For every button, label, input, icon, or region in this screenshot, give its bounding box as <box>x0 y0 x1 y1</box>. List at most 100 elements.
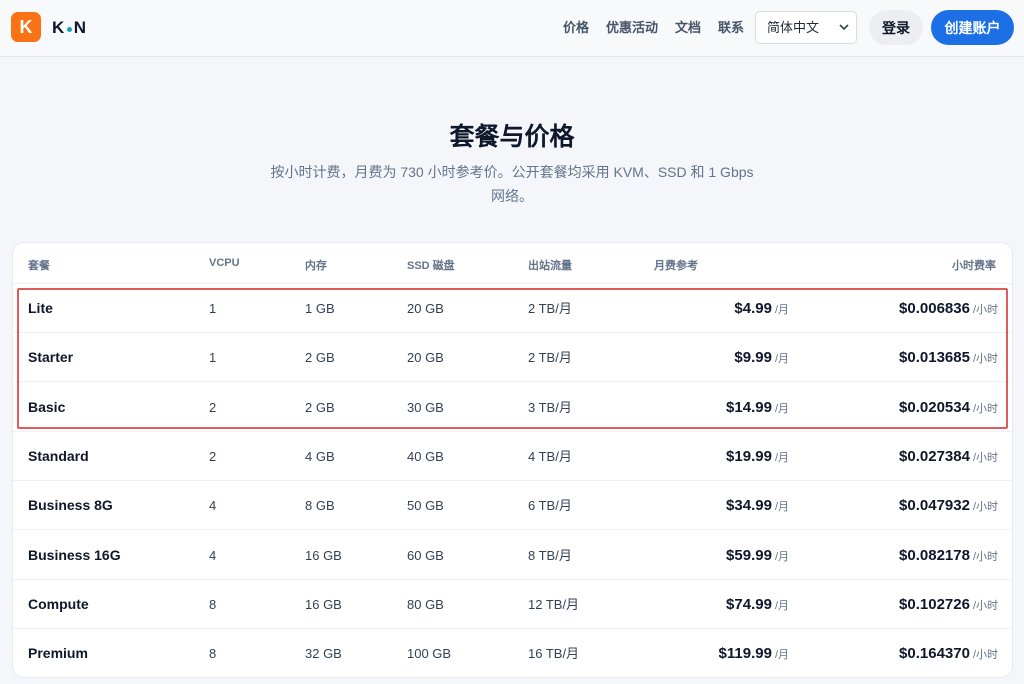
ssd-value: 20 GB <box>407 350 444 366</box>
table-row: Business 16G 4 16 GB 60 GB 8 TB/月 $59.99/月 $0.… <box>13 531 1012 580</box>
hourly-amount: $0.027384 <box>899 447 970 465</box>
top-header: K KN 价格 优惠活动 文档 联系 简体中文 登录 创建账户 <box>0 0 1024 57</box>
ssd-value: 30 GB <box>407 399 444 415</box>
ram-value: 1 GB <box>305 301 335 316</box>
hourly-amount: $0.047932 <box>899 497 970 515</box>
nav-pricing[interactable]: 价格 <box>563 19 589 37</box>
monthly-price: $119.99/月 <box>718 629 789 677</box>
table-row: Basic 2 2 GB 30 GB 3 TB/月 $14.99/月 $0.020534/小… <box>13 383 1012 432</box>
monthly-unit: /月 <box>774 599 789 612</box>
table-row: Starter 1 2 GB 20 GB 2 TB/月 $9.99/月 $0.013685/… <box>13 333 1012 383</box>
login-button[interactable]: 登录 <box>869 10 923 45</box>
create-account-button[interactable]: 创建账户 <box>931 10 1014 45</box>
hourly-rate: $0.082178/小时 <box>899 531 998 580</box>
language-value: 简体中文 <box>767 20 820 35</box>
traffic-value: 8 TB/月 <box>528 547 572 563</box>
hourly-unit: /小时 <box>972 599 998 612</box>
monthly-price: $74.99/月 <box>726 580 789 629</box>
ram-value: 4 GB <box>305 448 335 464</box>
ssd-value: 40 GB <box>407 448 444 464</box>
ssd-value: 60 GB <box>407 547 444 563</box>
brand-left: K <box>52 18 65 37</box>
monthly-unit: /月 <box>774 451 789 464</box>
traffic-value: 16 TB/月 <box>528 646 580 662</box>
hourly-amount: $0.020534 <box>899 398 970 416</box>
hourly-amount: $0.082178 <box>899 546 970 564</box>
traffic-value: 3 TB/月 <box>528 399 572 415</box>
column-header-ram: 内存 <box>305 260 327 272</box>
monthly-unit: /月 <box>774 304 789 316</box>
hourly-rate: $0.013685/小时 <box>899 333 998 382</box>
logo-letter: K <box>19 16 33 37</box>
plan-name: Business 16G <box>28 546 121 563</box>
page-title: 套餐与价格 <box>449 123 575 151</box>
hourly-unit: /小时 <box>972 402 998 415</box>
traffic-value: 6 TB/月 <box>528 498 572 514</box>
hourly-unit: /小时 <box>972 353 998 366</box>
plan-name: Compute <box>28 595 89 612</box>
monthly-amount: $59.99 <box>726 546 772 564</box>
brand-wordmark[interactable]: KN <box>52 17 87 39</box>
nav-docs[interactable]: 文档 <box>675 19 701 37</box>
chevron-down-icon <box>839 12 849 56</box>
nav-promotions[interactable]: 优惠活动 <box>606 19 658 37</box>
vcpu-value: 4 <box>209 547 217 563</box>
hourly-unit: /小时 <box>972 304 998 316</box>
plan-name: Premium <box>28 645 88 662</box>
table-row: Lite 1 1 GB 20 GB 2 TB/月 $4.99/月 $0.006836/小时 <box>13 284 1012 333</box>
column-header-hourly: 小时费率 <box>952 260 996 272</box>
monthly-unit: /月 <box>774 501 789 514</box>
monthly-amount: $9.99 <box>734 349 772 367</box>
plan-name: Standard <box>28 447 89 464</box>
plan-name: Basic <box>28 398 66 415</box>
hourly-unit: /小时 <box>972 501 998 514</box>
column-header-vcpu: VCPU <box>209 257 240 269</box>
logo-icon[interactable]: K <box>11 12 41 42</box>
monthly-amount: $34.99 <box>726 497 772 515</box>
brand-right: N <box>73 18 87 37</box>
plan-name: Lite <box>28 300 53 316</box>
hourly-amount: $0.013685 <box>899 349 970 367</box>
monthly-amount: $119.99 <box>718 645 772 663</box>
table-row: Compute 8 16 GB 80 GB 12 TB/月 $74.99/月 $0.1027… <box>13 580 1012 629</box>
nav-contact[interactable]: 联系 <box>718 19 744 37</box>
column-header-monthly: 月费参考 <box>654 260 698 272</box>
ram-value: 2 GB <box>305 350 335 366</box>
monthly-unit: /月 <box>774 402 789 415</box>
monthly-unit: /月 <box>774 550 789 563</box>
column-header-traffic: 出站流量 <box>528 260 572 272</box>
hourly-amount: $0.164370 <box>899 645 970 663</box>
hourly-rate: $0.047932/小时 <box>899 481 998 530</box>
ram-value: 2 GB <box>305 399 335 415</box>
hourly-amount: $0.006836 <box>899 300 970 317</box>
vcpu-value: 2 <box>209 399 217 415</box>
monthly-price: $59.99/月 <box>726 531 789 580</box>
monthly-price: $4.99/月 <box>734 284 789 333</box>
monthly-price: $34.99/月 <box>726 481 789 530</box>
table-row: Business 8G 4 8 GB 50 GB 6 TB/月 $34.99/月 $0.04… <box>13 481 1012 531</box>
vcpu-value: 1 <box>209 350 217 366</box>
brand-dot-icon <box>66 26 72 32</box>
hourly-rate: $0.027384/小时 <box>899 432 998 481</box>
monthly-price: $14.99/月 <box>726 383 789 432</box>
monthly-price: $19.99/月 <box>726 432 789 481</box>
pricing-table: 套餐 VCPU 内存 SSD 磁盘 出站流量 月费参考 小时费率 Lite 1 1 … <box>12 242 1013 678</box>
hourly-unit: /小时 <box>972 649 998 662</box>
plan-name: Starter <box>28 349 74 366</box>
hourly-rate: $0.164370/小时 <box>899 629 998 677</box>
column-header-ssd: SSD 磁盘 <box>407 260 455 272</box>
vcpu-value: 2 <box>209 448 217 464</box>
monthly-amount: $74.99 <box>726 595 772 613</box>
table-row: Standard 2 4 GB 40 GB 4 TB/月 $19.99/月 $0.02738… <box>13 432 1012 481</box>
column-header-plan: 套餐 <box>28 260 50 272</box>
ram-value: 8 GB <box>305 498 335 514</box>
ssd-value: 80 GB <box>407 596 444 612</box>
hourly-unit: /小时 <box>972 550 998 563</box>
monthly-amount: $14.99 <box>726 398 772 416</box>
monthly-unit: /月 <box>774 353 789 366</box>
hourly-rate: $0.020534/小时 <box>899 383 998 432</box>
language-select[interactable]: 简体中文 <box>755 11 857 44</box>
ram-value: 16 GB <box>305 547 342 563</box>
ssd-value: 50 GB <box>407 498 444 514</box>
monthly-price: $9.99/月 <box>734 333 789 382</box>
